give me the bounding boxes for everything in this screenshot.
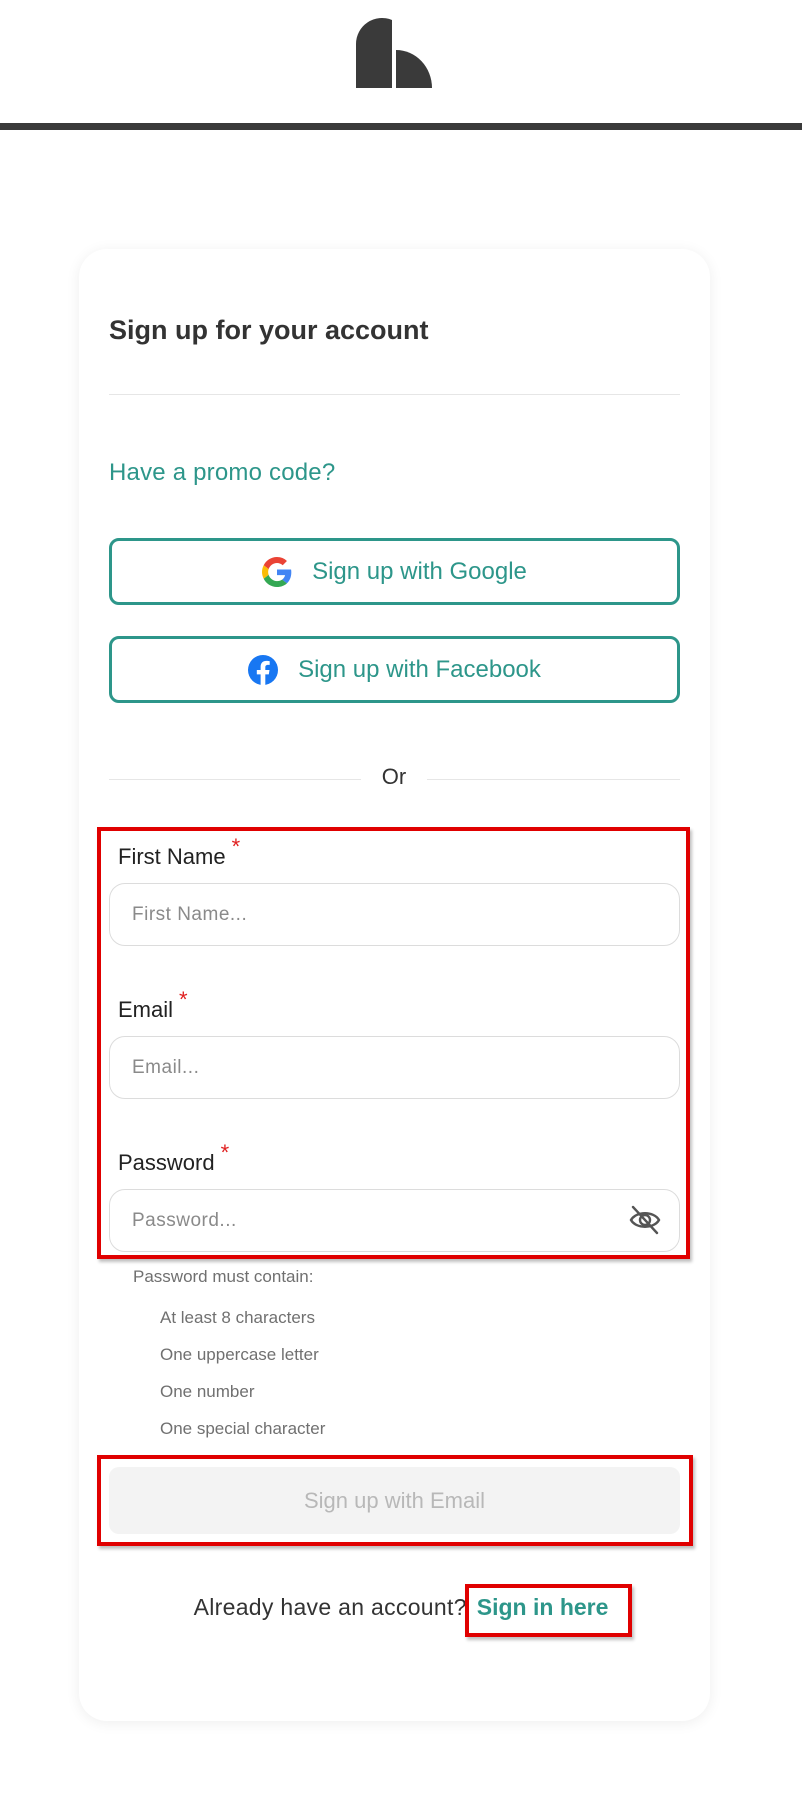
promo-code-link[interactable]: Have a promo code? [109, 459, 335, 487]
password-rule-item: One special character [160, 1419, 326, 1438]
email-label: Email * [118, 987, 188, 1023]
email-label-text: Email [118, 997, 174, 1022]
eye-slash-icon[interactable] [628, 1203, 662, 1237]
title-divider [109, 394, 680, 395]
password-rules-list: At least 8 characters One uppercase lett… [160, 1307, 325, 1455]
password-label-text: Password [118, 1150, 215, 1175]
or-divider-line-left [109, 779, 361, 780]
password-label: Password * [118, 1140, 229, 1176]
facebook-icon [248, 654, 279, 685]
signin-link[interactable]: Sign in here [477, 1594, 609, 1620]
email-input[interactable] [109, 1036, 680, 1099]
signin-row: Already have an account? Sign in here [0, 1594, 802, 1621]
password-rules-title: Password must contain: [133, 1267, 314, 1286]
header-divider [0, 123, 802, 130]
or-divider-line-right [427, 779, 680, 780]
facebook-signup-label: Sign up with Facebook [298, 655, 541, 683]
password-rule-item: One uppercase letter [160, 1345, 319, 1364]
signin-prompt: Already have an account? [193, 1594, 467, 1620]
brand-logo-icon[interactable] [356, 16, 432, 88]
facebook-signup-button[interactable]: Sign up with Facebook [109, 636, 680, 703]
first-name-label-text: First Name [118, 844, 226, 869]
page-title: Sign up for your account [109, 315, 429, 345]
password-rule-item: At least 8 characters [160, 1308, 315, 1327]
or-divider: Or [109, 764, 680, 794]
email-signup-button[interactable]: Sign up with Email [109, 1467, 680, 1534]
first-name-label: First Name * [118, 834, 240, 870]
password-rule-item: One number [160, 1382, 255, 1401]
site-header [0, 0, 802, 130]
required-marker: * [231, 834, 241, 859]
google-icon [262, 556, 292, 587]
or-divider-text: Or [381, 764, 407, 789]
google-signup-button[interactable]: Sign up with Google [109, 538, 680, 605]
required-marker: * [179, 987, 188, 1012]
first-name-input[interactable] [109, 883, 680, 946]
google-signup-label: Sign up with Google [312, 557, 527, 585]
required-marker: * [220, 1140, 230, 1165]
password-input[interactable] [109, 1189, 680, 1252]
